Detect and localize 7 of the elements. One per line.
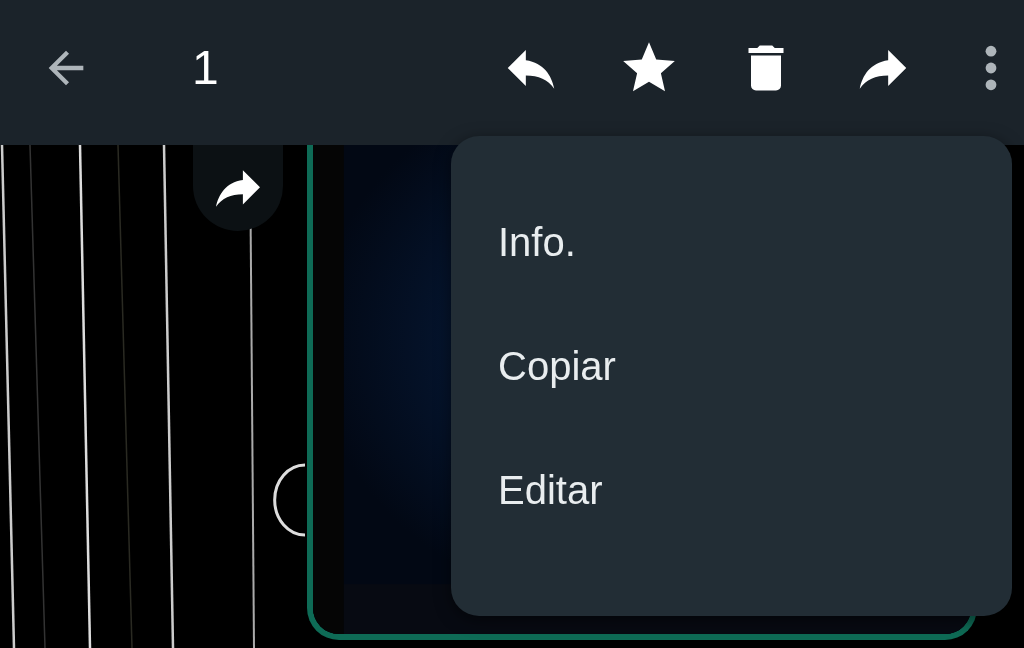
forward-icon	[216, 169, 260, 207]
more-options-icon[interactable]	[984, 43, 998, 92]
menu-item[interactable]: Copiar	[451, 328, 663, 405]
forward-button[interactable]	[193, 145, 283, 231]
menu-item[interactable]: Editar	[451, 452, 650, 529]
menu-item[interactable]: Info.	[451, 204, 623, 281]
selection-count: 1	[192, 40, 219, 95]
